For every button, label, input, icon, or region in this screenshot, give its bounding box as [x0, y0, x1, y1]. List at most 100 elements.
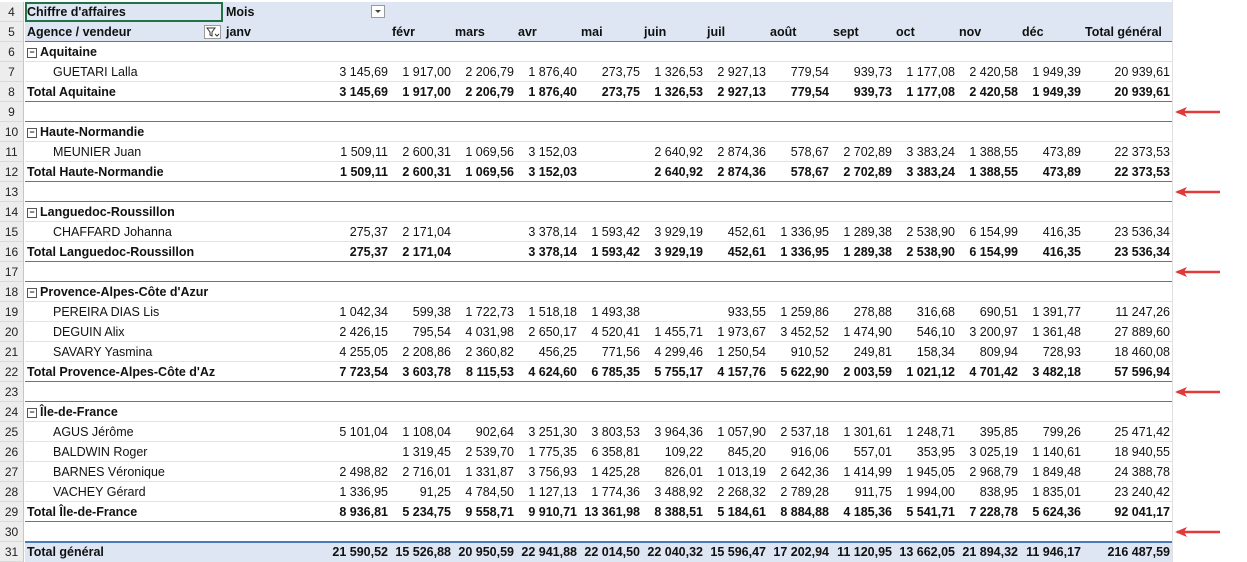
month-value[interactable]: 249,81	[831, 342, 894, 362]
month-value[interactable]: 1 876,40	[516, 82, 579, 102]
month-value[interactable]: 1 973,67	[705, 322, 768, 342]
month-value[interactable]: 809,94	[957, 342, 1020, 362]
month-value[interactable]: 456,25	[516, 342, 579, 362]
row-number[interactable]: 12	[0, 162, 24, 182]
month-value[interactable]: 3 025,19	[957, 442, 1020, 462]
row-total-value[interactable]: 57 596,94	[1083, 362, 1172, 382]
month-value[interactable]: 1 722,73	[453, 302, 516, 322]
row-total-value[interactable]: 23 536,34	[1083, 242, 1172, 262]
month-value[interactable]: 275,37	[223, 242, 390, 262]
month-value[interactable]: 3 200,97	[957, 322, 1020, 342]
month-value[interactable]: 473,89	[1020, 162, 1083, 182]
row-number[interactable]: 29	[0, 502, 24, 522]
collapse-toggle-icon[interactable]: −	[27, 408, 37, 418]
row-number[interactable]: 7	[0, 62, 24, 82]
month-value[interactable]: 1 455,71	[642, 322, 705, 342]
month-value[interactable]: 2 498,82	[223, 462, 390, 482]
month-value[interactable]: 578,67	[768, 142, 831, 162]
row-total-value[interactable]: 11 247,26	[1083, 302, 1172, 322]
month-value[interactable]: 22 040,32	[642, 542, 705, 562]
month-value[interactable]: 1 994,00	[894, 482, 957, 502]
month-value[interactable]: 7 228,78	[957, 502, 1020, 522]
month-value[interactable]: 3 378,14	[516, 222, 579, 242]
month-header[interactable]: Total général	[1083, 22, 1172, 42]
month-value[interactable]: 6 154,99	[957, 242, 1020, 262]
month-value[interactable]: 353,95	[894, 442, 957, 462]
row-number[interactable]: 27	[0, 462, 24, 482]
month-value[interactable]: 11 946,17	[1020, 542, 1083, 562]
month-value[interactable]: 1 177,08	[894, 62, 957, 82]
month-value[interactable]: 4 784,50	[453, 482, 516, 502]
row-number[interactable]: 24	[0, 402, 24, 422]
month-value[interactable]: 1 177,08	[894, 82, 957, 102]
row-number[interactable]: 4	[0, 2, 24, 22]
row-total-value[interactable]: 22 373,53	[1083, 162, 1172, 182]
month-value[interactable]: 557,01	[831, 442, 894, 462]
month-value[interactable]: 2 642,36	[768, 462, 831, 482]
month-value[interactable]: 21 894,32	[957, 542, 1020, 562]
month-value[interactable]: 15 526,88	[390, 542, 453, 562]
month-value[interactable]: 3 145,69	[223, 62, 390, 82]
month-value[interactable]: 91,25	[390, 482, 453, 502]
row-number[interactable]: 6	[0, 42, 24, 62]
month-value[interactable]	[579, 142, 642, 162]
month-value[interactable]: 910,52	[768, 342, 831, 362]
month-value[interactable]: 4 520,41	[579, 322, 642, 342]
row-total-value[interactable]: 18 460,08	[1083, 342, 1172, 362]
month-value[interactable]: 21 590,52	[223, 542, 390, 562]
month-header[interactable]: mai	[579, 22, 642, 42]
month-header[interactable]: juil	[705, 22, 768, 42]
month-value[interactable]: 1 042,34	[223, 302, 390, 322]
month-value[interactable]: 2 360,82	[453, 342, 516, 362]
month-value[interactable]: 3 145,69	[223, 82, 390, 102]
month-value[interactable]: 939,73	[831, 82, 894, 102]
month-value[interactable]: 4 701,42	[957, 362, 1020, 382]
month-value[interactable]: 1 108,04	[390, 422, 453, 442]
month-value[interactable]: 2 650,17	[516, 322, 579, 342]
month-value[interactable]: 1 593,42	[579, 242, 642, 262]
month-value[interactable]: 4 624,60	[516, 362, 579, 382]
month-value[interactable]: 3 251,30	[516, 422, 579, 442]
month-value[interactable]: 20 950,59	[453, 542, 516, 562]
row-number[interactable]: 22	[0, 362, 24, 382]
month-header[interactable]: avr	[516, 22, 579, 42]
month-header[interactable]: juin	[642, 22, 705, 42]
month-value[interactable]: 3 964,36	[642, 422, 705, 442]
month-value[interactable]: 1 319,45	[390, 442, 453, 462]
row-number[interactable]: 9	[0, 102, 24, 122]
month-value[interactable]: 4 157,76	[705, 362, 768, 382]
month-value[interactable]: 3 383,24	[894, 142, 957, 162]
month-value[interactable]: 1 917,00	[390, 82, 453, 102]
month-value[interactable]	[579, 162, 642, 182]
month-value[interactable]: 939,73	[831, 62, 894, 82]
month-value[interactable]: 1 474,90	[831, 322, 894, 342]
month-value[interactable]: 1 250,54	[705, 342, 768, 362]
month-header[interactable]: déc	[1020, 22, 1083, 42]
month-value[interactable]: 916,06	[768, 442, 831, 462]
month-value[interactable]: 15 596,47	[705, 542, 768, 562]
month-value[interactable]: 278,88	[831, 302, 894, 322]
month-value[interactable]: 546,10	[894, 322, 957, 342]
row-number[interactable]: 16	[0, 242, 24, 262]
month-value[interactable]: 1 259,86	[768, 302, 831, 322]
month-value[interactable]: 1 336,95	[768, 242, 831, 262]
month-value[interactable]: 4 255,05	[223, 342, 390, 362]
month-value[interactable]: 1 945,05	[894, 462, 957, 482]
month-value[interactable]: 2 208,86	[390, 342, 453, 362]
row-total-value[interactable]: 216 487,59	[1083, 542, 1172, 562]
month-value[interactable]: 2 874,36	[705, 142, 768, 162]
row-total-value[interactable]: 23 240,42	[1083, 482, 1172, 502]
row-filter-button[interactable]	[204, 25, 221, 39]
month-value[interactable]: 2 206,79	[453, 82, 516, 102]
month-value[interactable]: 4 185,36	[831, 502, 894, 522]
month-value[interactable]: 452,61	[705, 222, 768, 242]
month-value[interactable]: 1 493,38	[579, 302, 642, 322]
month-header[interactable]: mars	[453, 22, 516, 42]
month-value[interactable]: 5 101,04	[223, 422, 390, 442]
month-value[interactable]: 779,54	[768, 82, 831, 102]
month-value[interactable]: 1 057,90	[705, 422, 768, 442]
row-number[interactable]: 15	[0, 222, 24, 242]
row-number[interactable]: 25	[0, 422, 24, 442]
month-value[interactable]: 1 326,53	[642, 82, 705, 102]
row-total-value[interactable]: 25 471,42	[1083, 422, 1172, 442]
